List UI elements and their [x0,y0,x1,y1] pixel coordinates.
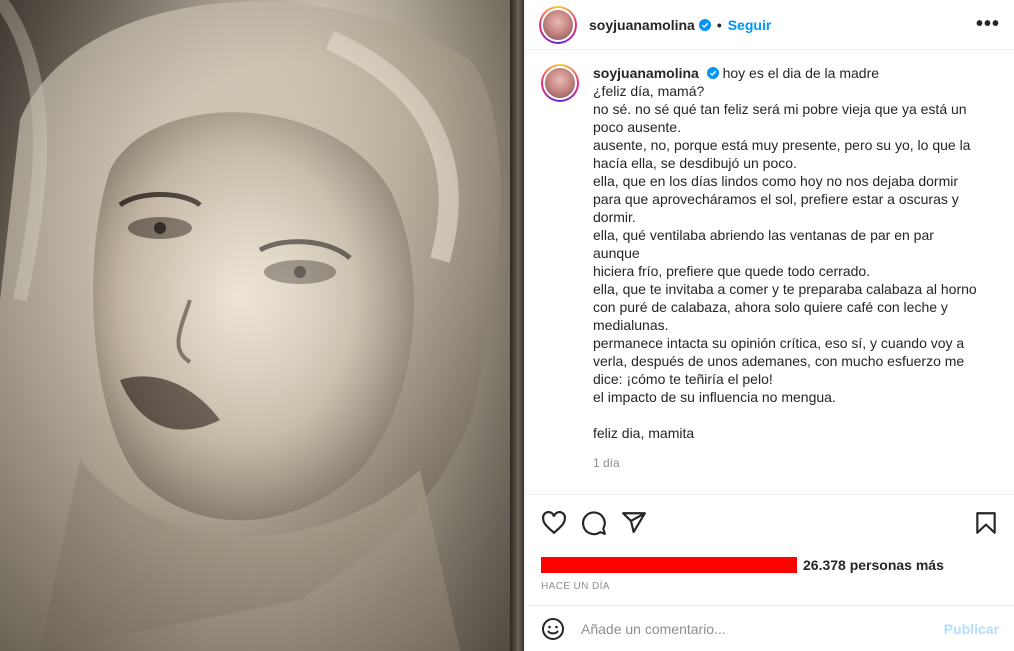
post-time-ago[interactable]: HACE UN DÍA [525,581,1014,592]
caption-line: ella, qué ventilaba abriendo las ventana… [593,227,934,261]
caption-closing: feliz dia, mamita [593,425,695,441]
likes-count-text[interactable]: 26.378 personas más [803,557,944,573]
photo-vignette [0,0,524,651]
follow-button[interactable]: Seguir [728,17,772,33]
post-actions: 26.378 personas más HACE UN DÍA [525,494,1014,592]
caption-timestamp[interactable]: 1 día [593,454,983,472]
save-bookmark-icon[interactable] [973,510,999,536]
caption-line: dice: ¡cómo te teñiría el pelo! [593,371,773,387]
likes-summary[interactable]: 26.378 personas más [525,553,1014,577]
caption-avatar[interactable] [541,64,579,102]
caption-line: hiciera frío, prefiere que quede todo ce… [593,263,871,279]
caption-body: soyjuanamolina hoy es el dia de la madre… [593,64,983,472]
post-caption: soyjuanamolina hoy es el dia de la madre… [541,64,998,472]
verified-icon [706,67,719,79]
publish-button[interactable]: Publicar [944,621,999,637]
caption-line: permanece intacta su opinión crítica, es… [593,335,965,351]
comment-bubble-icon[interactable] [581,510,607,536]
add-comment-bar: Añade un comentario... Publicar [525,605,1014,651]
caption-line: ¿feliz día, mamá? [593,83,705,99]
post-sidebar: soyjuanamolina • Seguir ••• soyjuanamoli… [524,0,1014,651]
caption-line: medialunas. [593,317,669,333]
caption-line: no sé. no sé qué tan feliz será mi pobre… [593,101,967,117]
like-heart-icon[interactable] [541,510,567,536]
share-paper-plane-icon[interactable] [621,510,647,536]
photo-edge [510,0,524,651]
author-username[interactable]: soyjuanamolina [589,17,695,33]
caption-line: ausente, no, porque está muy presente, p… [593,137,971,153]
caption-line: hacía ella, se desdibujó un poco. [593,155,797,171]
comments-section: soyjuanamolina hoy es el dia de la madre… [525,50,1014,494]
caption-line: ella, que te invitaba a comer y te prepa… [593,281,977,297]
verified-icon [698,18,711,31]
author-avatar[interactable] [539,5,577,44]
caption-line: para que aprovecháramos el sol, prefiere… [593,191,959,207]
separator-dot: • [716,16,722,33]
caption-line: verla, después de unos ademanes, con muc… [593,353,965,369]
caption-line: ella, que en los días lindos como hoy no… [593,173,958,189]
post-header: soyjuanamolina • Seguir ••• [525,0,1014,50]
more-options-icon[interactable]: ••• [976,13,1000,36]
comment-input[interactable]: Añade un comentario... [581,621,944,637]
caption-line: poco ausente. [593,119,681,135]
caption-line: el impacto de su influencia no mengua. [593,389,836,405]
caption-username[interactable]: soyjuanamolina [593,65,699,81]
caption-line: con puré de calabaza, ahora solo quiere … [593,299,948,315]
redacted-likers [541,557,797,573]
caption-first-line: hoy es el dia de la madre [722,65,880,81]
emoji-icon[interactable] [541,617,565,641]
post-photo[interactable] [0,0,524,651]
caption-line: dormir. [593,209,636,225]
